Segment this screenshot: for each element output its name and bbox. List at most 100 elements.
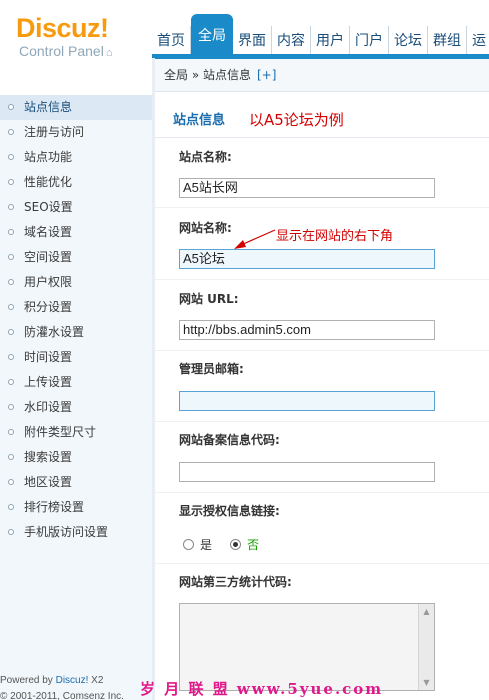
row-divider bbox=[155, 563, 489, 564]
sidebar-item-time[interactable]: 时间设置 bbox=[0, 345, 152, 370]
discuz-link[interactable]: Discuz! bbox=[56, 675, 89, 686]
bullet-icon bbox=[8, 129, 14, 135]
breadcrumb: 全局 » 站点信息 [+] bbox=[155, 59, 489, 92]
sidebar: 站点信息 注册与访问 站点功能 性能优化 SEO设置 域名设置 空间设置 用户权… bbox=[0, 95, 152, 700]
sidebar-item-search[interactable]: 搜索设置 bbox=[0, 445, 152, 470]
nav-global[interactable]: 全局 bbox=[191, 14, 233, 58]
sidebar-item-features[interactable]: 站点功能 bbox=[0, 145, 152, 170]
bullet-icon bbox=[8, 504, 14, 510]
sidebar-item-label: 积分设置 bbox=[24, 300, 73, 314]
radio-yes[interactable] bbox=[183, 539, 194, 550]
annotation-arrow-text: 显示在网站的右下角 bbox=[276, 229, 394, 244]
bullet-icon bbox=[8, 229, 14, 235]
bullet-icon bbox=[8, 179, 14, 185]
icp-label: 网站备案信息代码: bbox=[179, 433, 280, 447]
main-content: 站点信息 以A5论坛为例 站点名称: A5站长网 网站名称: 显示在网站的右下角… bbox=[155, 93, 489, 700]
url-label: 网站 URL: bbox=[179, 292, 239, 306]
bullet-icon bbox=[8, 429, 14, 435]
sidebar-item-mobile[interactable]: 手机版访问设置 bbox=[0, 520, 152, 545]
license-radio-group: 是 否 bbox=[183, 536, 259, 553]
logo-subtitle: Control Panel bbox=[19, 43, 104, 59]
sidebar-item-label: 域名设置 bbox=[24, 225, 73, 239]
bullet-icon bbox=[8, 529, 14, 535]
license-link-label: 显示授权信息链接: bbox=[179, 504, 280, 518]
sidebar-item-label: 手机版访问设置 bbox=[24, 525, 109, 539]
add-shortcut-button[interactable]: [+] bbox=[257, 68, 276, 82]
sidebar-item-label: 上传设置 bbox=[24, 375, 73, 389]
sidebar-item-label: 搜索设置 bbox=[24, 450, 73, 464]
radio-yes-label[interactable]: 是 bbox=[200, 536, 212, 553]
url-field[interactable]: http://bbs.admin5.com bbox=[179, 320, 435, 340]
sidebar-item-ranking[interactable]: 排行榜设置 bbox=[0, 495, 152, 520]
bullet-icon bbox=[8, 279, 14, 285]
breadcrumb-path[interactable]: 全局 » 站点信息 bbox=[164, 68, 251, 82]
sidebar-item-label: 性能优化 bbox=[24, 175, 73, 189]
copyright: © 2001-2011, Comsenz Inc. bbox=[0, 691, 124, 700]
powered-by: Powered by Discuz! X2 bbox=[0, 675, 104, 686]
sidebar-item-label: 水印设置 bbox=[24, 400, 73, 414]
sidebar-item-seo[interactable]: SEO设置 bbox=[0, 195, 152, 220]
sidebar-item-performance[interactable]: 性能优化 bbox=[0, 170, 152, 195]
bullet-icon bbox=[8, 404, 14, 410]
stats-code-label: 网站第三方统计代码: bbox=[179, 575, 292, 589]
sidebar-item-label: 用户权限 bbox=[24, 275, 73, 289]
sidebar-item-region[interactable]: 地区设置 bbox=[0, 470, 152, 495]
bullet-icon bbox=[8, 354, 14, 360]
web-name-field[interactable]: A5论坛 bbox=[179, 249, 435, 269]
header: Discuz! Control Panel ⌂ 首页 全局 界面 内容 用户 门户… bbox=[0, 0, 489, 59]
watermark: 岁 月 联 盟 www.5yue.com bbox=[140, 680, 384, 698]
sidebar-item-upload[interactable]: 上传设置 bbox=[0, 370, 152, 395]
top-nav: 首页 全局 界面 内容 用户 门户 论坛 群组 运 bbox=[152, 14, 489, 58]
bullet-icon bbox=[8, 254, 14, 260]
annotation-title: 以A5论坛为例 bbox=[249, 111, 344, 129]
admin-email-field[interactable] bbox=[179, 391, 435, 411]
sidebar-item-domain[interactable]: 域名设置 bbox=[0, 220, 152, 245]
radio-no-label[interactable]: 否 bbox=[247, 536, 259, 553]
sidebar-item-site-info[interactable]: 站点信息 bbox=[0, 95, 152, 120]
bullet-icon bbox=[8, 104, 14, 110]
sidebar-item-label: 排行榜设置 bbox=[24, 500, 85, 514]
sidebar-item-register[interactable]: 注册与访问 bbox=[0, 120, 152, 145]
bullet-icon bbox=[8, 154, 14, 160]
textarea-scrollbar[interactable]: ▲ ▼ bbox=[418, 604, 434, 690]
sidebar-item-label: 时间设置 bbox=[24, 350, 73, 364]
sidebar-item-permissions[interactable]: 用户权限 bbox=[0, 270, 152, 295]
radio-no[interactable] bbox=[230, 539, 242, 550]
sidebar-item-space[interactable]: 空间设置 bbox=[0, 245, 152, 270]
sidebar-item-label: SEO设置 bbox=[24, 200, 73, 214]
row-divider bbox=[155, 207, 489, 208]
bullet-icon bbox=[8, 304, 14, 310]
scroll-up-icon[interactable]: ▲ bbox=[419, 604, 434, 619]
bullet-icon bbox=[8, 204, 14, 210]
red-arrow-icon bbox=[234, 229, 276, 249]
row-divider bbox=[155, 421, 489, 422]
sidebar-item-label: 附件类型尺寸 bbox=[24, 425, 97, 439]
sidebar-item-label: 站点功能 bbox=[24, 150, 73, 164]
sidebar-item-watermark[interactable]: 水印设置 bbox=[0, 395, 152, 420]
sidebar-item-label: 注册与访问 bbox=[24, 125, 85, 139]
sidebar-item-label: 地区设置 bbox=[24, 475, 73, 489]
row-divider bbox=[155, 350, 489, 351]
sidebar-item-antispam[interactable]: 防灌水设置 bbox=[0, 320, 152, 345]
web-name-label: 网站名称: bbox=[179, 221, 232, 235]
bullet-icon bbox=[8, 379, 14, 385]
site-name-label: 站点名称: bbox=[179, 150, 232, 164]
admin-email-label: 管理员邮箱: bbox=[179, 362, 244, 376]
bullet-icon bbox=[8, 479, 14, 485]
bullet-icon bbox=[8, 454, 14, 460]
sidebar-item-label: 防灌水设置 bbox=[24, 325, 85, 339]
row-divider bbox=[155, 492, 489, 493]
discuz-logo[interactable]: Discuz! Control Panel ⌂ bbox=[16, 14, 112, 59]
title-divider bbox=[155, 137, 489, 138]
home-icon: ⌂ bbox=[105, 47, 113, 59]
sidebar-item-attachment-types[interactable]: 附件类型尺寸 bbox=[0, 420, 152, 445]
sidebar-item-label: 空间设置 bbox=[24, 250, 73, 264]
sidebar-item-credits[interactable]: 积分设置 bbox=[0, 295, 152, 320]
site-name-field[interactable]: A5站长网 bbox=[179, 178, 435, 198]
row-divider bbox=[155, 279, 489, 280]
bullet-icon bbox=[8, 329, 14, 335]
sidebar-item-label: 站点信息 bbox=[24, 100, 73, 114]
page-title: 站点信息 bbox=[173, 113, 226, 128]
icp-field[interactable] bbox=[179, 462, 435, 482]
scroll-down-icon[interactable]: ▼ bbox=[419, 675, 434, 690]
